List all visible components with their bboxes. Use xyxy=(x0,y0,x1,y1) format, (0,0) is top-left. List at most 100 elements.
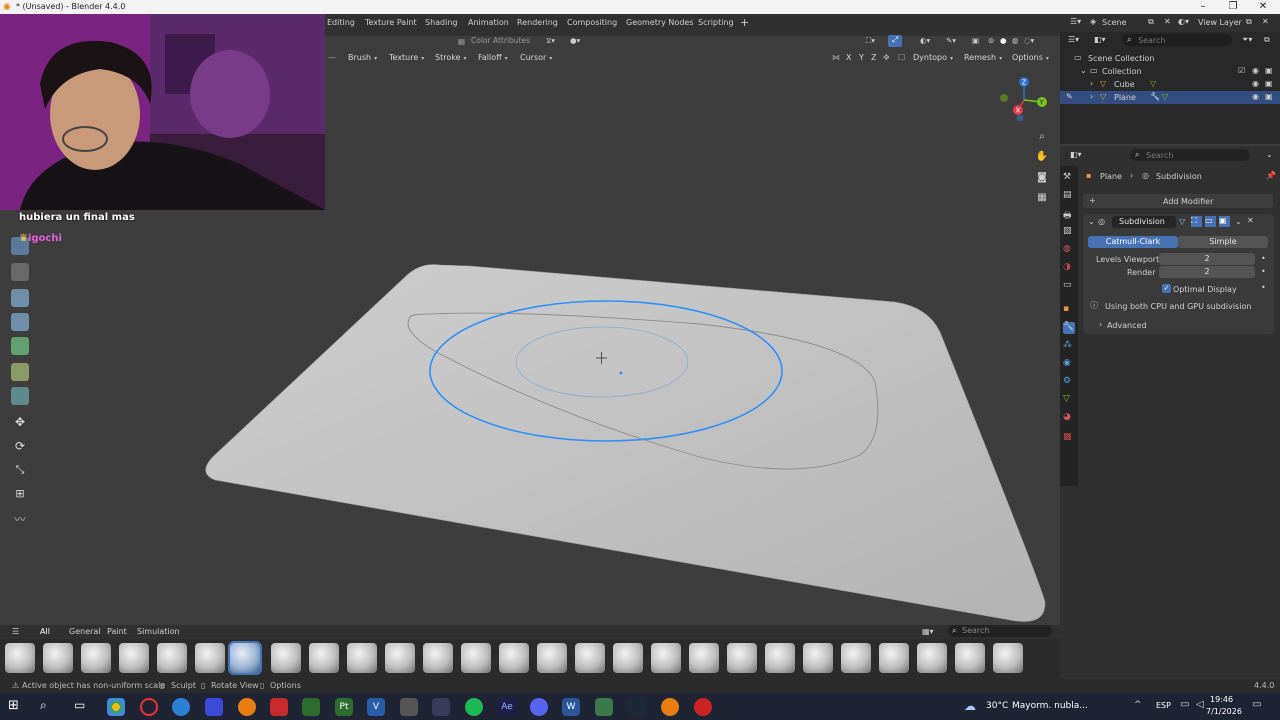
delete-scene-icon[interactable]: ✕ xyxy=(1164,17,1171,26)
navigation-gizmo[interactable]: Z Y X xyxy=(998,74,1050,126)
filter-view-icon[interactable]: ◧▾ xyxy=(1094,35,1106,44)
constraints-tab-icon[interactable]: ⚙ xyxy=(1063,376,1075,388)
task-view-icon[interactable]: ▭ xyxy=(74,698,85,712)
physics-tab-icon[interactable]: ◉ xyxy=(1063,358,1075,370)
render-camera-icon[interactable]: ▣ xyxy=(1265,92,1273,101)
tab-geometry-nodes[interactable]: Geometry Nodes xyxy=(626,18,693,27)
zoom-icon[interactable]: ⌕ xyxy=(1034,129,1050,145)
scene-selector[interactable]: Scene xyxy=(1102,18,1126,27)
properties-options-icon[interactable]: ⌄ xyxy=(1266,150,1273,159)
spotify-icon[interactable] xyxy=(465,698,483,716)
weather-temp[interactable]: 30°C xyxy=(986,701,1008,711)
modifier-name-field[interactable]: Subdivision xyxy=(1112,216,1176,228)
keyframe-dot-icon[interactable]: • xyxy=(1261,254,1266,263)
axis-x-toggle[interactable]: X xyxy=(846,53,851,62)
brush-thumbnail[interactable] xyxy=(271,643,301,673)
windows-start-icon[interactable]: ⊞ xyxy=(8,698,19,713)
brush-thumbnail[interactable] xyxy=(613,643,643,673)
collapse-arrow-icon[interactable]: ⌄ xyxy=(1088,217,1095,226)
edit-mode-toggle-icon[interactable]: ▽ xyxy=(1179,217,1185,226)
simple-button[interactable]: Simple xyxy=(1178,236,1268,248)
data-tab-icon[interactable]: ▽ xyxy=(1063,394,1075,406)
brush-thumbnail[interactable] xyxy=(423,643,453,673)
output-tab-icon[interactable]: 🖶 xyxy=(1063,208,1075,221)
pt-icon[interactable]: Pt xyxy=(335,698,353,716)
overlay-icon[interactable]: ◐▾ xyxy=(920,36,930,45)
brush-thumbnail[interactable] xyxy=(651,643,681,673)
advanced-subpanel[interactable]: Advanced xyxy=(1107,321,1147,330)
tray-arrow-icon[interactable]: ^ xyxy=(1134,700,1142,710)
tab-shading[interactable]: Shading xyxy=(425,18,458,27)
pan-hand-icon[interactable]: ✋ xyxy=(1034,149,1050,165)
asset-view-icon[interactable]: ▦▾ xyxy=(922,627,934,636)
render-toggle-icon[interactable]: ▣ xyxy=(1219,216,1230,227)
blender-active-icon[interactable] xyxy=(661,698,679,716)
opera-icon[interactable] xyxy=(140,698,158,716)
visibility-eye-icon[interactable]: ◉ xyxy=(1252,92,1259,101)
brush-thumbnail[interactable] xyxy=(347,643,377,673)
world-tab-icon[interactable]: ◑ xyxy=(1063,262,1075,274)
scene-tab-icon[interactable]: ◍ xyxy=(1063,244,1075,256)
add-modifier-button[interactable]: + Add Modifier xyxy=(1083,194,1273,208)
add-workspace-button[interactable]: + xyxy=(740,16,749,29)
chrome-icon[interactable] xyxy=(107,698,125,716)
app-icon[interactable] xyxy=(595,698,613,716)
vscode-icon[interactable]: V xyxy=(367,698,385,716)
dyntopo-checkbox[interactable]: ☐ xyxy=(898,53,905,62)
tab-compositing[interactable]: Compositing xyxy=(567,18,617,27)
brush-thumbnail[interactable] xyxy=(993,643,1023,673)
outliner-search-field[interactable]: ⌕ Search xyxy=(1122,34,1232,46)
keyframe-dot-icon[interactable]: • xyxy=(1261,267,1266,276)
visibility-icon[interactable]: ⛶▾ xyxy=(866,36,875,46)
obs-icon[interactable] xyxy=(694,698,712,716)
perspective-grid-icon[interactable]: ▦ xyxy=(1034,190,1050,206)
dyntopo-toggle[interactable]: Dyntopo ▾ xyxy=(913,53,953,62)
exclude-checkbox[interactable]: ☑ xyxy=(1238,66,1245,75)
face-set-tool-icon[interactable] xyxy=(11,363,29,381)
rotate-tool-icon[interactable]: ⟳ xyxy=(11,437,29,455)
network-icon[interactable]: ▭ xyxy=(1180,699,1189,710)
asset-menu-icon[interactable]: ☰ xyxy=(12,627,19,636)
catmull-clark-button[interactable]: Catmull-Clark xyxy=(1088,236,1178,248)
tab-simulation[interactable]: Simulation xyxy=(137,627,180,636)
brush-thumbnail[interactable] xyxy=(157,643,187,673)
axis-y-toggle[interactable]: Y xyxy=(859,53,864,62)
lasso-mask-tool-icon[interactable] xyxy=(11,313,29,331)
options-dropdown[interactable]: Options ▾ xyxy=(1012,53,1049,62)
collection-tab-icon[interactable]: ▭ xyxy=(1063,280,1075,292)
transform-tool-icon[interactable]: ⊞ xyxy=(11,485,29,503)
shading-material-icon[interactable]: ◍ xyxy=(1012,36,1019,45)
xray-icon[interactable]: ✎▾ xyxy=(946,36,956,45)
blender-taskbar-icon[interactable] xyxy=(238,698,256,716)
expand-arrow-icon[interactable]: › xyxy=(1099,320,1102,329)
cage-toggle-icon[interactable]: ⛶ xyxy=(1191,216,1202,227)
toggle-xray-icon[interactable]: ▣ xyxy=(972,36,979,45)
stroke-method-icon[interactable]: ●▾ xyxy=(570,36,580,45)
clock-time[interactable]: 19:46 xyxy=(1210,695,1233,704)
modifier-dropdown-icon[interactable]: ⌄ xyxy=(1235,217,1242,226)
brush-thumbnail[interactable] xyxy=(81,643,111,673)
menu-brush[interactable]: Brush ▾ xyxy=(348,53,377,62)
remove-modifier-icon[interactable]: ✕ xyxy=(1247,216,1254,225)
notifications-icon[interactable]: ▭ xyxy=(1252,699,1261,710)
view-layer-tab-icon[interactable]: ▧ xyxy=(1063,226,1075,238)
axis-z-toggle[interactable]: Z xyxy=(871,53,876,62)
brush-thumbnail[interactable] xyxy=(955,643,985,673)
expand-arrow-icon[interactable]: ⌄ xyxy=(1080,66,1087,75)
brush-thumbnail[interactable] xyxy=(879,643,909,673)
delete-view-layer-icon[interactable]: ✕ xyxy=(1262,17,1269,26)
scene-collection-label[interactable]: Scene Collection xyxy=(1088,54,1155,63)
brush-thumbnail[interactable] xyxy=(803,643,833,673)
tool-tab-icon[interactable]: ⚒ xyxy=(1063,172,1075,184)
particles-tab-icon[interactable]: ⁂ xyxy=(1063,340,1075,352)
taskbar-search-icon[interactable]: ⌕ xyxy=(40,698,47,713)
texture-tab-icon[interactable]: ▩ xyxy=(1063,432,1075,444)
brush-falloff-icon[interactable]: ⧖▾ xyxy=(546,36,555,46)
view-layer-selector[interactable]: View Layer xyxy=(1198,18,1242,27)
brush-thumbnail[interactable] xyxy=(537,643,567,673)
tab-animation[interactable]: Animation xyxy=(468,18,509,27)
gizmo-toggle-icon[interactable]: ⤢ xyxy=(888,35,902,47)
tab-rendering[interactable]: Rendering xyxy=(517,18,558,27)
brush-thumbnail[interactable] xyxy=(727,643,757,673)
tab-editing[interactable]: Editing xyxy=(327,18,355,27)
